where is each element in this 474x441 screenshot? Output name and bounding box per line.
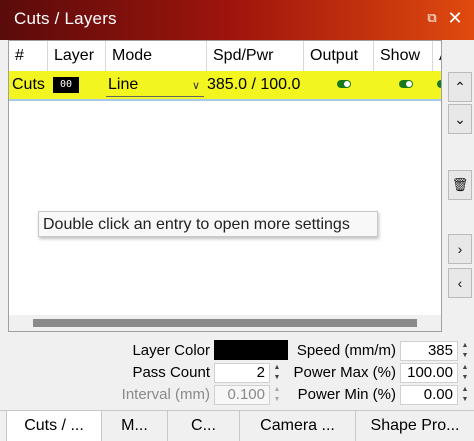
- power-max-label: Power Max (%): [293, 364, 396, 381]
- tooltip: Double click an entry to open more setti…: [38, 211, 378, 237]
- layer-color-picker[interactable]: [214, 340, 288, 360]
- column-header-output[interactable]: Output: [304, 41, 374, 71]
- chevron-left-icon: ‹: [457, 275, 463, 291]
- column-header-layer[interactable]: Layer: [48, 41, 106, 71]
- column-header-air[interactable]: A: [433, 41, 441, 71]
- delete-button[interactable]: 🗑: [448, 170, 472, 200]
- column-header-show[interactable]: Show: [374, 41, 433, 71]
- air-toggle-icon[interactable]: [437, 80, 441, 88]
- cuts-layers-grid[interactable]: # Layer Mode Spd/Pwr Output Show A Cuts …: [8, 40, 442, 332]
- panel-title-bar[interactable]: Cuts / Layers ⧉ ✕: [0, 0, 474, 40]
- power-min-input[interactable]: 0.00: [400, 385, 458, 405]
- grid-header: # Layer Mode Spd/Pwr Output Show A: [9, 41, 441, 72]
- speed-stepper-icon[interactable]: ▲ ▼: [459, 341, 471, 361]
- scrollbar-thumb[interactable]: [33, 319, 417, 327]
- interval-stepper-icon[interactable]: ▲ ▼: [271, 385, 283, 405]
- tab-camera[interactable]: Camera ...: [240, 411, 356, 441]
- column-header-mode[interactable]: Mode: [106, 41, 207, 71]
- mode-dropdown[interactable]: Line ∨: [106, 74, 204, 97]
- tab-shape-properties[interactable]: Shape Pro...: [356, 411, 474, 441]
- table-row[interactable]: Cuts 00 Line ∨ 385.0 / 100.0: [9, 71, 441, 101]
- speed-label: Speed (mm/m): [296, 342, 396, 359]
- move-down-button[interactable]: ⌄: [448, 104, 472, 134]
- collapse-left-button[interactable]: ‹: [448, 268, 472, 298]
- speed-power-value: 385.0 / 100.0: [207, 76, 301, 93]
- bottom-tab-bar: Cuts / ... M... C... Camera ... Shape Pr…: [0, 410, 474, 441]
- row-name: Cuts: [12, 76, 45, 93]
- pass-count-input[interactable]: 2: [214, 363, 270, 383]
- chevron-down-icon: ∨: [191, 80, 200, 92]
- chevron-right-icon: ›: [457, 241, 463, 257]
- column-header-spd-pwr[interactable]: Spd/Pwr: [207, 41, 304, 71]
- column-header-number[interactable]: #: [9, 41, 48, 71]
- interval-label: Interval (mm): [121, 386, 210, 403]
- trash-icon: 🗑: [451, 177, 469, 192]
- speed-input[interactable]: 385: [400, 341, 458, 361]
- layer-color-swatch[interactable]: 00: [53, 77, 79, 93]
- float-window-icon[interactable]: ⧉: [425, 11, 439, 25]
- pass-count-label: Pass Count: [132, 364, 210, 381]
- power-max-stepper-icon[interactable]: ▲ ▼: [459, 363, 471, 383]
- move-up-button[interactable]: ⌃: [448, 72, 472, 102]
- panel-title: Cuts / Layers: [14, 9, 117, 28]
- power-min-label: Power Min (%): [297, 386, 396, 403]
- horizontal-scrollbar[interactable]: [9, 315, 441, 331]
- chevron-up-icon: ⌃: [454, 79, 466, 95]
- show-toggle-icon[interactable]: [399, 80, 413, 88]
- pass-count-stepper-icon[interactable]: ▲ ▼: [271, 363, 283, 383]
- power-min-stepper-icon[interactable]: ▲ ▼: [459, 385, 471, 405]
- power-max-input[interactable]: 100.00: [400, 363, 458, 383]
- close-icon[interactable]: ✕: [446, 8, 464, 28]
- tab-m[interactable]: M...: [102, 411, 168, 441]
- tab-c[interactable]: C...: [168, 411, 240, 441]
- expand-right-button[interactable]: ›: [448, 234, 472, 264]
- chevron-down-icon: ⌄: [454, 111, 466, 127]
- interval-input[interactable]: 0.100: [214, 385, 270, 405]
- tab-cuts-layers[interactable]: Cuts / ...: [6, 411, 102, 441]
- layer-color-label: Layer Color: [132, 342, 210, 359]
- layer-properties-panel: Layer Color Pass Count 2 ▲ ▼ Interval (mm…: [0, 336, 474, 410]
- output-toggle-icon[interactable]: [337, 80, 351, 88]
- mode-value: Line: [108, 76, 139, 93]
